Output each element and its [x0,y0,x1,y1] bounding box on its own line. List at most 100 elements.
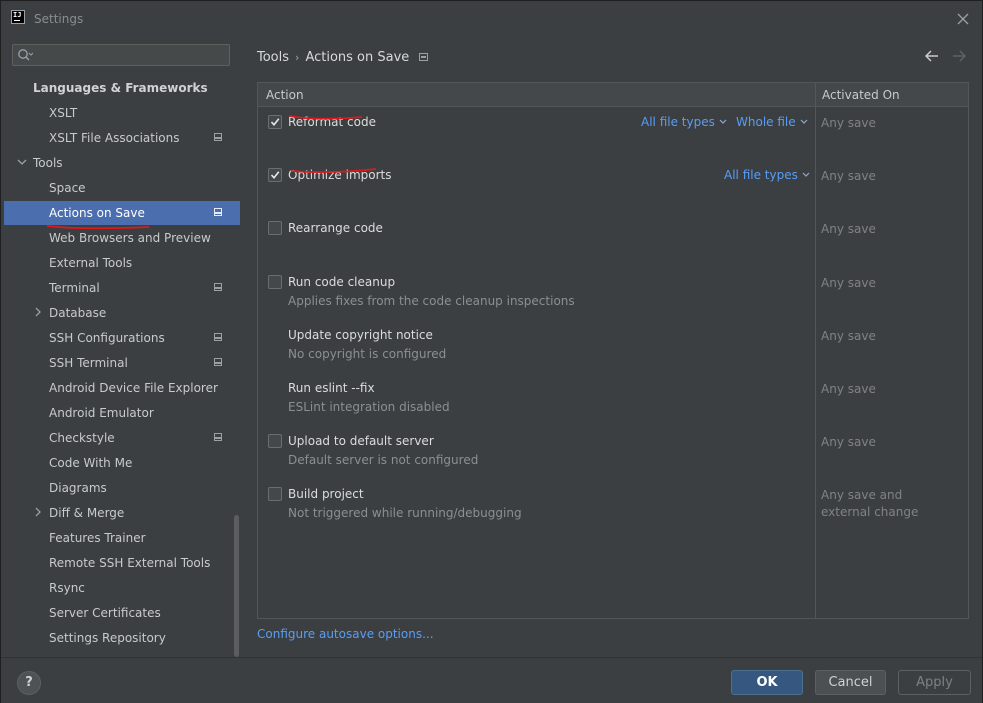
chevron-right-icon[interactable] [33,507,43,517]
chevron-down-icon[interactable] [17,157,27,167]
sidebar-item[interactable]: Server Certificates [4,601,240,625]
action-checkbox[interactable] [268,115,282,129]
option-dropdown[interactable]: All file types [641,115,727,129]
sidebar-item[interactable]: SSH Configurations [4,326,240,350]
sidebar-item-label: Diff & Merge [49,506,125,520]
chevron-down-icon [800,119,808,124]
sidebar-scrollbar[interactable] [234,515,239,657]
breadcrumb-separator: › [295,51,300,64]
sidebar-item[interactable]: Settings Repository [4,626,240,650]
sidebar-item[interactable]: Languages & Frameworks [4,76,240,100]
sidebar-item[interactable]: XSLT [4,101,240,125]
sidebar-item[interactable]: Android Device File Explorer [4,376,240,400]
annotation-underline [46,225,150,230]
cancel-button[interactable]: Cancel [815,670,886,695]
action-description: Default server is not configured [288,453,479,468]
close-icon[interactable] [955,11,971,27]
activated-on-value: Any save [821,222,876,237]
action-description: ESLint integration disabled [288,400,450,414]
sidebar-item-label: Checkstyle [49,431,115,445]
sidebar-item-label: Rsync [49,581,85,595]
search-icon [18,49,33,61]
column-header-activated-on: Activated On [822,88,900,102]
activated-on-value: Any save and external change [821,488,919,520]
action-checkbox[interactable] [268,434,282,449]
action-description: Applies fixes from the code cleanup insp… [288,293,575,308]
title-bar: IJ Settings [1,1,982,37]
project-level-icon [214,358,222,366]
settings-sidebar: Languages & Frameworks XSLT XSLT File Asso… [4,37,240,657]
sidebar-item[interactable]: Android Emulator [4,401,240,425]
action-row: Reformat code All file types Whole file Any… [258,107,968,160]
sidebar-item-label: XSLT File Associations [49,131,180,145]
activated-on-value: Any save [821,169,876,184]
help-icon[interactable]: ? [17,671,41,695]
action-row: Build project Not triggered while running… [258,479,968,532]
option-dropdown-label: All file types [641,115,715,129]
sidebar-item[interactable]: Diff & Merge [4,501,240,525]
activated-on-value: Any save [821,275,876,290]
table-header: Action Activated On [258,83,968,107]
sidebar-item[interactable]: Rsync [4,576,240,600]
sidebar-item[interactable]: Tools [4,151,240,175]
sidebar-item-label: Terminal [49,281,100,295]
sidebar-item-label: Tools [33,156,63,170]
option-dropdown[interactable]: Whole file [736,115,808,129]
project-level-icon [214,433,222,441]
sidebar-item[interactable]: Checkstyle [4,426,240,450]
breadcrumb: Tools › Actions on Save [257,50,429,65]
sidebar-item-label: Settings Repository [49,631,166,645]
sidebar-item[interactable]: Remote SSH External Tools [4,551,240,575]
sidebar-item[interactable]: SSH Terminal [4,351,240,375]
checkmark-icon [270,171,280,180]
arrow-left-icon[interactable] [924,49,940,63]
sidebar-item[interactable]: Features Trainer [4,526,240,550]
settings-content: Tools › Actions on Save Action Activated O… [241,37,982,657]
sidebar-item-label: Features Trainer [49,531,146,545]
project-level-icon [214,283,222,291]
action-title: Upload to default server [288,434,434,449]
action-title: Run code cleanup [288,274,396,289]
action-checkbox[interactable] [268,221,282,236]
action-checkbox[interactable] [268,487,282,502]
project-level-icon [419,52,429,61]
action-checkbox[interactable] [268,274,282,289]
project-level-icon [214,208,222,216]
annotation-underline [290,168,377,174]
action-title: Build project [288,487,364,502]
sidebar-item[interactable]: XSLT File Associations [4,126,240,150]
action-row: Run eslint --fix ESLint integration disab… [258,373,968,426]
window-title: Settings [34,12,84,26]
option-dropdown[interactable]: All file types [724,168,810,182]
settings-dialog: IJ Settings Languages & Frameworks XSLT XS… [0,0,983,703]
sidebar-item-label: Android Emulator [49,406,154,420]
sidebar-item[interactable]: Code With Me [4,451,240,475]
sidebar-item-label: Server Certificates [49,606,161,620]
project-level-icon [214,333,222,341]
activated-on-value: Any save [821,382,876,396]
sidebar-item[interactable]: Diagrams [4,476,240,500]
checkmark-icon [270,118,280,127]
column-header-action: Action [266,88,304,102]
chevron-right-icon[interactable] [33,307,43,317]
sidebar-item-label: Android Device File Explorer [49,381,218,395]
actions-table: Action Activated On Reformat code All fil… [257,82,969,619]
sidebar-item[interactable]: Database [4,301,240,325]
sidebar-item[interactable]: Terminal [4,276,240,300]
configure-autosave-link[interactable]: Configure autosave options... [257,627,434,641]
activated-on-value: Any save [821,116,876,130]
chevron-down-icon [719,119,727,124]
arrow-right-icon[interactable] [951,49,967,63]
annotation-underline [288,115,363,120]
sidebar-item[interactable]: External Tools [4,251,240,275]
action-row: Rearrange code Any save [258,213,968,266]
action-title: Update copyright notice [288,327,433,342]
sidebar-item-label: SSH Configurations [49,331,165,345]
breadcrumb-parent[interactable]: Tools [257,50,289,65]
action-checkbox[interactable] [268,168,282,183]
apply-button[interactable]: Apply [898,670,971,695]
settings-search-input[interactable] [12,44,230,66]
ok-button[interactable]: OK [731,670,803,695]
sidebar-item[interactable]: Space [4,176,240,200]
project-level-icon [214,133,222,141]
